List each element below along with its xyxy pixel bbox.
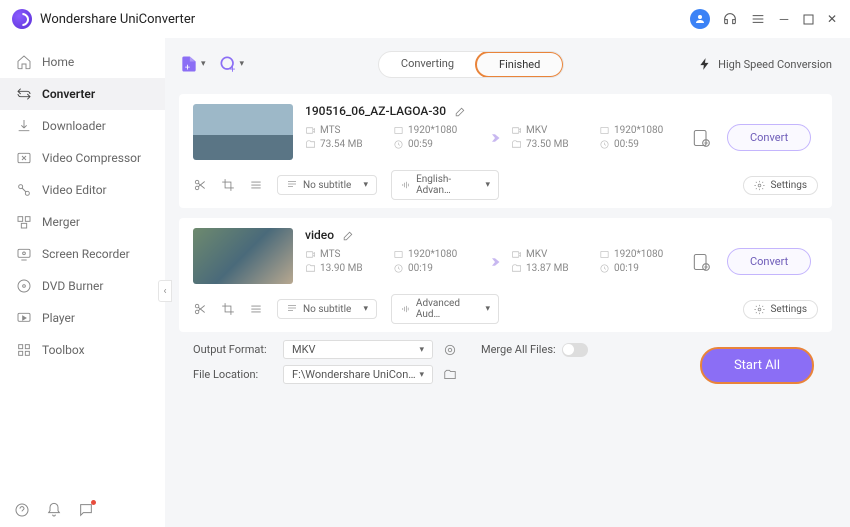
thumbnail[interactable]	[193, 104, 293, 160]
app-title: Wondershare UniConverter	[40, 12, 195, 27]
output-settings-icon[interactable]	[443, 343, 457, 357]
tab-converting[interactable]: Converting	[379, 52, 476, 77]
user-avatar[interactable]	[690, 9, 710, 29]
merge-toggle[interactable]	[562, 343, 588, 357]
file-location-select[interactable]: F:\Wondershare UniConverter▾	[283, 365, 433, 384]
crop-icon[interactable]	[221, 178, 235, 192]
add-file-button[interactable]: +▾	[179, 54, 206, 74]
output-settings-icon[interactable]	[691, 128, 711, 148]
sidebar-item-toolbox[interactable]: Toolbox	[0, 334, 165, 366]
svg-text:+: +	[185, 64, 190, 74]
titlebar: Wondershare UniConverter ─ ✕	[0, 0, 850, 38]
subtitle-select[interactable]: No subtitle▾	[277, 299, 377, 319]
edit-icon[interactable]	[454, 105, 467, 118]
conversion-item: 190516_06_AZ-LAGOA-30 MTS73.54 MB 1920*1…	[179, 94, 832, 208]
footer: Output Format: MKV▾ Merge All Files: Fil…	[179, 332, 832, 392]
merge-label: Merge All Files:	[481, 343, 556, 356]
menu-icon[interactable]	[750, 11, 766, 27]
audio-select[interactable]: English-Advan…▾	[391, 170, 499, 200]
thumbnail[interactable]	[193, 228, 293, 284]
conversion-item: video MTS13.90 MB 1920*108000:19 MKV13.8…	[179, 218, 832, 332]
audio-select[interactable]: Advanced Aud…▾	[391, 294, 499, 324]
sidebar-item-converter[interactable]: Converter	[0, 78, 165, 110]
headset-icon[interactable]	[722, 11, 738, 27]
sidebar-item-recorder[interactable]: Screen Recorder	[0, 238, 165, 270]
content: +▾ +▾ Converting Finished High Speed Con…	[165, 38, 850, 527]
item-settings-button[interactable]: Settings	[743, 176, 818, 195]
svg-text:+: +	[229, 64, 235, 74]
start-all-button[interactable]: Start All	[700, 347, 814, 384]
output-format-label: Output Format:	[193, 343, 273, 356]
convert-button[interactable]: Convert	[727, 248, 811, 275]
effects-icon[interactable]	[249, 302, 263, 316]
tab-finished[interactable]: Finished	[475, 51, 564, 78]
edit-icon[interactable]	[342, 229, 355, 242]
maximize-button[interactable]	[802, 13, 814, 25]
file-location-label: File Location:	[193, 368, 273, 381]
close-button[interactable]: ✕	[826, 13, 838, 25]
trim-icon[interactable]	[193, 178, 207, 192]
subtitle-select[interactable]: No subtitle▾	[277, 175, 377, 195]
sidebar-item-downloader[interactable]: Downloader	[0, 110, 165, 142]
item-title: video	[305, 228, 334, 242]
sidebar-item-home[interactable]: Home	[0, 46, 165, 78]
sidebar-item-merger[interactable]: Merger	[0, 206, 165, 238]
app-logo	[12, 9, 32, 29]
convert-button[interactable]: Convert	[727, 124, 811, 151]
effects-icon[interactable]	[249, 178, 263, 192]
sidebar-item-player[interactable]: Player	[0, 302, 165, 334]
sidebar-item-dvd[interactable]: DVD Burner	[0, 270, 165, 302]
arrow-icon	[481, 131, 503, 145]
feedback-icon[interactable]	[78, 502, 94, 518]
trim-icon[interactable]	[193, 302, 207, 316]
status-tabs: Converting Finished	[378, 51, 564, 78]
high-speed-toggle[interactable]: High Speed Conversion	[698, 57, 832, 71]
sidebar-item-compressor[interactable]: Video Compressor	[0, 142, 165, 174]
item-settings-button[interactable]: Settings	[743, 300, 818, 319]
arrow-icon	[481, 255, 503, 269]
item-title: 190516_06_AZ-LAGOA-30	[305, 104, 446, 118]
open-folder-icon[interactable]	[443, 368, 457, 382]
sidebar: Home Converter Downloader Video Compress…	[0, 38, 165, 527]
help-icon[interactable]	[14, 502, 30, 518]
notification-icon[interactable]	[46, 502, 62, 518]
sidebar-item-editor[interactable]: Video Editor	[0, 174, 165, 206]
crop-icon[interactable]	[221, 302, 235, 316]
add-url-button[interactable]: +▾	[218, 54, 245, 74]
output-format-select[interactable]: MKV▾	[283, 340, 433, 359]
minimize-button[interactable]: ─	[778, 13, 790, 25]
output-settings-icon[interactable]	[691, 252, 711, 272]
